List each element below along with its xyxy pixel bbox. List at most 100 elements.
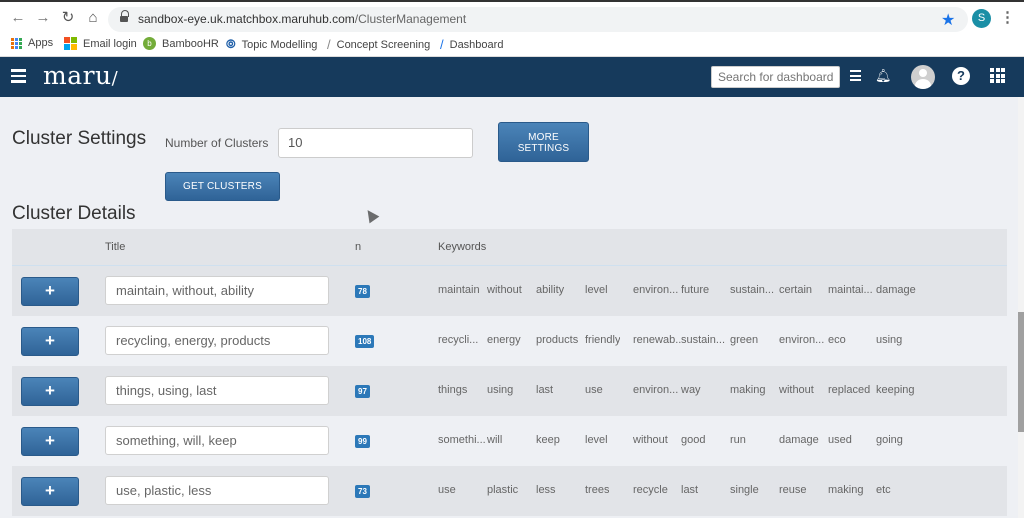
browser-toolbar: ← → ↻ ⌂ sandbox-eye.uk.matchbox.maruhub.… xyxy=(0,0,1024,33)
keyword: use xyxy=(585,384,603,396)
keyword: making xyxy=(730,384,766,396)
keyword: renewab... xyxy=(633,334,681,346)
profile-avatar[interactable]: S xyxy=(972,9,991,28)
more-settings-label-line1: MORE xyxy=(528,132,559,143)
keyword: level xyxy=(585,284,608,296)
cluster-title-input[interactable]: things, using, last xyxy=(105,376,329,405)
logo-text: maru xyxy=(43,61,112,90)
column-header-title: Title xyxy=(105,241,126,253)
table-row: + something, will, keep 99 somethi... will ke… xyxy=(12,416,1007,466)
forward-arrow-icon[interactable]: → xyxy=(33,8,53,28)
table-row: + maintain, without, ability 78 maintain wit… xyxy=(12,266,1007,316)
more-settings-button[interactable]: MORE SETTINGS xyxy=(498,122,589,162)
number-of-clusters-label: Number of Clusters xyxy=(165,136,269,150)
slash-icon: / xyxy=(327,37,331,52)
keyword: run xyxy=(730,434,746,446)
keyword: making xyxy=(828,484,864,496)
keyword: reuse xyxy=(779,484,807,496)
keyword: recycle xyxy=(633,484,668,496)
keyword: replaced xyxy=(828,384,871,396)
column-header-n: n xyxy=(355,241,362,253)
keyword: ability xyxy=(536,284,565,296)
keyword: environ... xyxy=(779,334,825,346)
bookmark-label: Email login xyxy=(83,37,137,50)
topic-modelling-icon: ⦾ xyxy=(226,37,236,51)
keyword: use xyxy=(438,484,456,496)
home-icon[interactable]: ⌂ xyxy=(83,8,103,28)
bookmark-email-login[interactable]: Email login xyxy=(64,37,137,50)
keyword: somethi... xyxy=(438,434,486,446)
bamboohr-icon: b xyxy=(143,37,156,50)
cluster-title-input[interactable]: something, will, keep xyxy=(105,426,329,455)
bookmark-star-icon[interactable]: ★ xyxy=(941,10,955,30)
add-cluster-button[interactable]: + xyxy=(21,377,79,406)
keyword: plastic xyxy=(487,484,519,496)
user-avatar[interactable] xyxy=(911,65,935,89)
keyword: damage xyxy=(876,284,916,296)
keyword: using xyxy=(876,334,903,346)
table-row: + things, using, last 97 things using last use… xyxy=(12,366,1007,416)
cluster-title-input[interactable]: use, plastic, less xyxy=(105,476,329,505)
keyword: without xyxy=(633,434,668,446)
microsoft-icon xyxy=(64,37,77,50)
mouse-cursor-icon xyxy=(362,206,380,224)
add-cluster-button[interactable]: + xyxy=(21,277,79,306)
bookmark-dashboard[interactable]: / Dashboard xyxy=(440,37,503,52)
maru-logo[interactable]: maru/ xyxy=(43,61,118,90)
add-cluster-button[interactable]: + xyxy=(21,427,79,456)
bookmark-apps[interactable]: Apps xyxy=(11,37,53,49)
keyword: keeping xyxy=(876,384,915,396)
bookmark-topic-modelling[interactable]: ⦾ Topic Modelling xyxy=(226,37,317,52)
keyword: less xyxy=(536,484,556,496)
browser-menu-icon[interactable]: ⋮ xyxy=(1000,8,1015,28)
keyword: level xyxy=(585,434,608,446)
cluster-size-badge: 99 xyxy=(355,435,370,448)
keyword: keep xyxy=(536,434,560,446)
app-grid-icon[interactable] xyxy=(990,68,1005,83)
scrollbar-thumb[interactable] xyxy=(1018,312,1024,432)
hamburger-menu-icon[interactable] xyxy=(11,69,26,83)
table-row: + recycling, energy, products 108 recycli..… xyxy=(12,316,1007,366)
slash-icon: / xyxy=(440,37,444,52)
cluster-title-input[interactable]: maintain, without, ability xyxy=(105,276,329,305)
number-of-clusters-input[interactable]: 10 xyxy=(278,128,473,158)
dashboard-search-input[interactable] xyxy=(711,66,840,88)
column-header-keywords: Keywords xyxy=(438,241,487,253)
keyword: going xyxy=(876,434,903,446)
apps-grid-icon xyxy=(11,37,22,49)
keyword: eco xyxy=(828,334,846,346)
help-icon[interactable]: ? xyxy=(952,67,970,85)
bookmark-bamboohr[interactable]: b BambooHR xyxy=(143,37,219,50)
keyword: maintain xyxy=(438,284,480,296)
url-path: /ClusterManagement xyxy=(354,12,467,26)
add-cluster-button[interactable]: + xyxy=(21,477,79,506)
reload-icon[interactable]: ↻ xyxy=(58,8,78,28)
keyword: used xyxy=(828,434,852,446)
keyword: without xyxy=(487,284,522,296)
keyword: environ... xyxy=(633,384,679,396)
get-clusters-button[interactable]: GET CLUSTERS xyxy=(165,172,280,201)
keyword: energy xyxy=(487,334,521,346)
lock-icon xyxy=(120,10,129,23)
keyword: without xyxy=(779,384,814,396)
cluster-size-badge: 97 xyxy=(355,385,370,398)
keyword: good xyxy=(681,434,706,446)
table-header: Title n Keywords xyxy=(12,229,1007,266)
add-cluster-button[interactable]: + xyxy=(21,327,79,356)
bell-icon[interactable]: 🔔︎ xyxy=(875,68,892,84)
keyword: way xyxy=(681,384,701,396)
url-domain: sandbox-eye.uk.matchbox.maruhub.com xyxy=(138,12,355,26)
bookmark-concept-screening[interactable]: / Concept Screening xyxy=(327,37,430,52)
keyword: etc xyxy=(876,484,891,496)
keyword: single xyxy=(730,484,759,496)
back-arrow-icon[interactable]: ← xyxy=(8,8,28,28)
bookmark-label: BambooHR xyxy=(162,37,219,50)
table-body: + maintain, without, ability 78 maintain wit… xyxy=(12,266,1007,516)
cluster-title-input[interactable]: recycling, energy, products xyxy=(105,326,329,355)
list-icon[interactable] xyxy=(850,70,862,81)
bookmark-label: Topic Modelling xyxy=(241,38,318,51)
page-scrollbar[interactable] xyxy=(1018,97,1024,518)
keyword: last xyxy=(536,384,554,396)
keyword: will xyxy=(487,434,503,446)
address-bar[interactable]: sandbox-eye.uk.matchbox.maruhub.com/Clus… xyxy=(108,7,968,32)
